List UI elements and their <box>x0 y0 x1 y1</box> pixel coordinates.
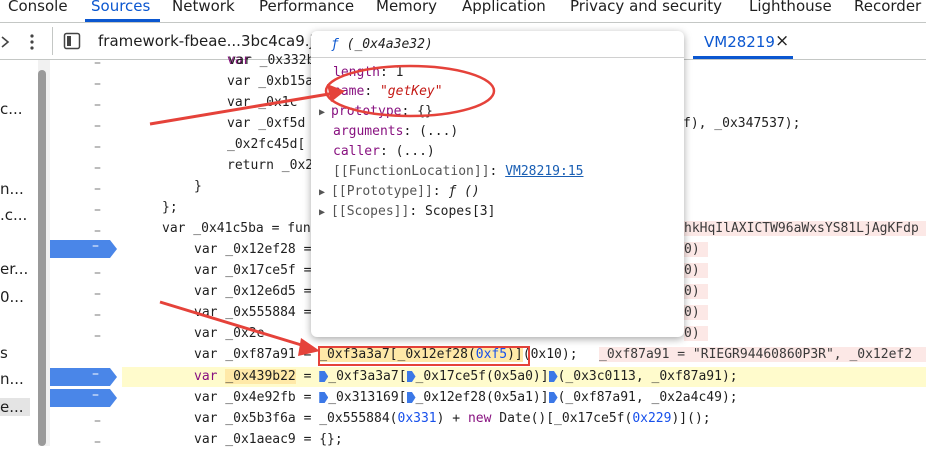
annotation-arrow <box>159 300 309 349</box>
annotation-ellipse <box>324 64 496 118</box>
annotation-overlay <box>149 64 496 356</box>
annotation-arrowhead <box>298 338 320 356</box>
annotation-arrow <box>149 91 336 126</box>
